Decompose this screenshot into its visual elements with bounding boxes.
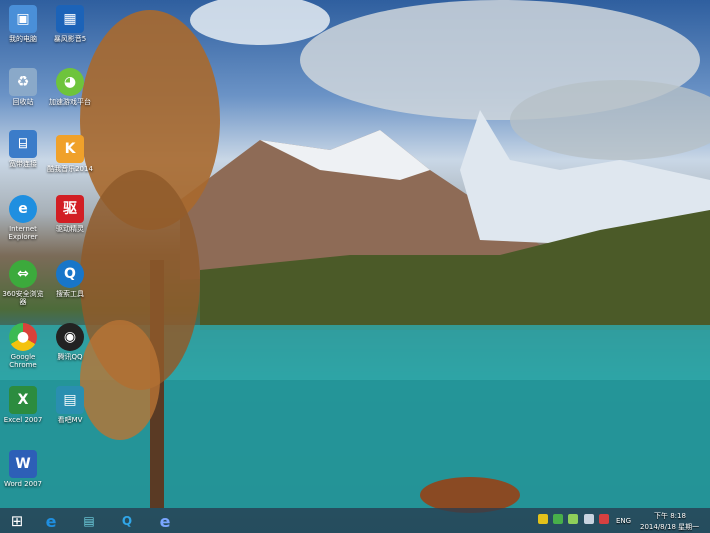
desktop-wallpaper [0, 0, 710, 533]
tray-flag-icon[interactable] [568, 514, 578, 524]
taskbar-ie-icon[interactable]: e [40, 510, 62, 532]
clock-date[interactable]: 2014/8/18 星期一 [640, 522, 699, 532]
icon-label: Excel 2007 [3, 416, 43, 424]
qq-icon: ◉ [56, 323, 84, 351]
start-button[interactable]: ⊞ [6, 510, 28, 532]
tray-network-icon[interactable] [584, 514, 594, 524]
icon-label: 暴风影音5 [53, 35, 87, 43]
desktop-icon-excel[interactable]: X Excel 2007 [0, 386, 46, 424]
icon-label: Internet Explorer [8, 225, 38, 241]
desktop-icon-my-computer[interactable]: ▣ 我的电脑 [0, 5, 46, 43]
desktop-icon-kanba-mv[interactable]: ▤ 看吧MV [47, 386, 93, 424]
icon-label: Word 2007 [3, 480, 43, 488]
desktop-icon-qq[interactable]: ◉ 腾讯QQ [47, 323, 93, 361]
taskbar: ⊞ e ▤ Q e ENG 下午 8:18 2014/8/18 星期一 [0, 508, 710, 533]
recycle-bin-icon: ♻ [9, 68, 37, 96]
desktop-icon-word[interactable]: W Word 2007 [0, 450, 46, 488]
excel-icon: X [9, 386, 37, 414]
taskbar-ie-blue-icon[interactable]: e [154, 510, 176, 532]
icon-label: 腾讯QQ [57, 353, 83, 361]
desktop-icon-broadband[interactable]: ⌸ 宽带连接 [0, 130, 46, 168]
icon-label: 我的电脑 [9, 35, 37, 43]
game-icon: ◕ [56, 68, 84, 96]
driver-icon: 驱 [56, 195, 84, 223]
desktop-icon-baofeng[interactable]: ▦ 暴风影音5 [47, 5, 93, 43]
video-player-icon: ▦ [56, 5, 84, 33]
music-icon: K [56, 135, 84, 163]
desktop-icon-recycle-bin[interactable]: ♻ 回收站 [0, 68, 46, 106]
landscape-art [0, 0, 710, 513]
chrome-icon: ● [9, 323, 37, 351]
desktop-icon-kuwo-music[interactable]: K 酷我音乐2014 [47, 135, 93, 173]
desktop-icon-driver-genius[interactable]: 驱 驱动精灵 [47, 195, 93, 233]
icon-label: 看吧MV [57, 416, 83, 424]
ie-icon: e [9, 195, 37, 223]
tray-shield-icon[interactable] [553, 514, 563, 524]
desktop-icon-chrome[interactable]: ● Google Chrome [0, 323, 46, 369]
icon-label: 酷我音乐2014 [47, 165, 93, 173]
icon-label: 加速游戏平台 [49, 98, 91, 106]
desktop-icon-game-platform[interactable]: ◕ 加速游戏平台 [47, 68, 93, 106]
desktop-icon-internet-explorer[interactable]: e Internet Explorer [0, 195, 46, 241]
language-indicator[interactable]: ENG [616, 517, 631, 525]
mv-icon: ▤ [56, 386, 84, 414]
word-icon: W [9, 450, 37, 478]
desktop-icon-360-browser[interactable]: ⇔ 360安全浏览器 [0, 260, 46, 306]
computer-icon: ▣ [9, 5, 37, 33]
icon-label: Google Chrome [9, 353, 37, 369]
search-tool-icon: Q [56, 260, 84, 288]
icon-label: 宽带连接 [9, 160, 37, 168]
tray-game-icon[interactable] [538, 514, 548, 524]
network-icon: ⌸ [9, 130, 37, 158]
tray-alert-icon[interactable] [599, 514, 609, 524]
taskbar-search-tool-icon[interactable]: Q [116, 510, 138, 532]
icon-label: 回收站 [12, 98, 34, 106]
clock-time[interactable]: 下午 8:18 [654, 511, 686, 521]
browser-360-icon: ⇔ [9, 260, 37, 288]
icon-label: 搜索工具 [56, 290, 84, 298]
taskbar-mv-icon[interactable]: ▤ [78, 510, 100, 532]
icon-label: 驱动精灵 [56, 225, 84, 233]
desktop-icon-search-tool[interactable]: Q 搜索工具 [47, 260, 93, 298]
icon-label: 360安全浏览器 [2, 290, 44, 306]
